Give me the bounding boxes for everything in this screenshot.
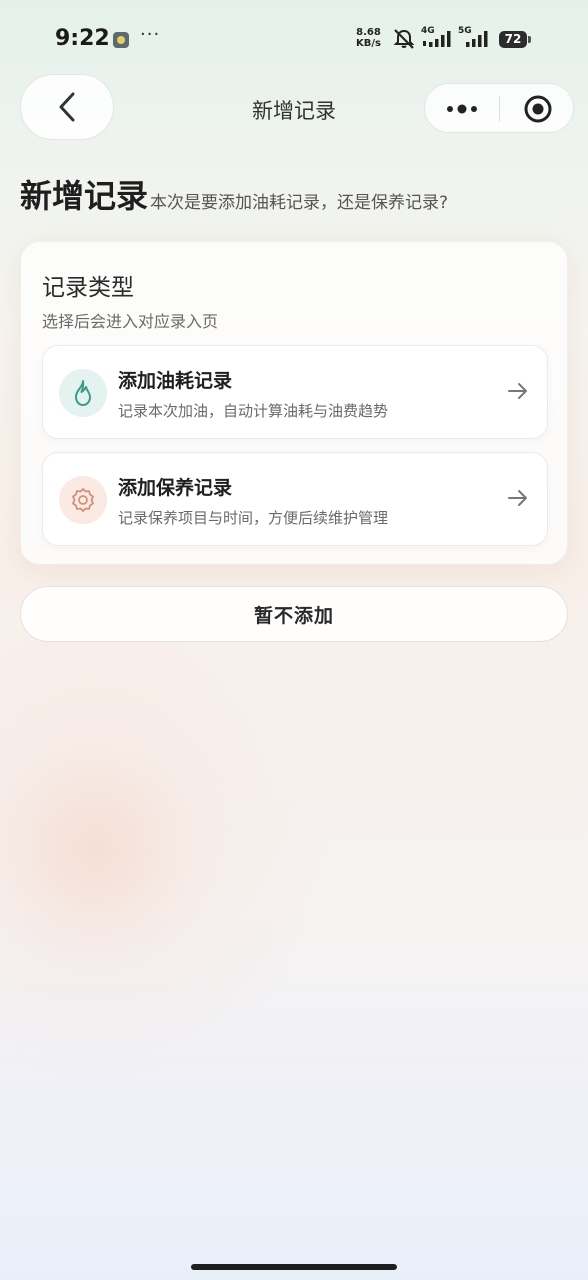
record-type-card: 记录类型 选择后会进入对应录入页 添加油耗记录 记录本次加油，自动计算油耗与油费… <box>20 241 568 565</box>
add-fuel-record-option[interactable]: 添加油耗记录 记录本次加油，自动计算油耗与油费趋势 <box>42 345 548 439</box>
signal-5g-icon: 5G <box>458 26 492 53</box>
card-subtitle: 选择后会进入对应录入页 <box>42 312 219 331</box>
signal-4g-icon: 4G <box>421 26 455 53</box>
network-speed-value: 8.68 <box>356 27 381 38</box>
option-description: 记录保养项目与时间，方便后续维护管理 <box>118 509 389 527</box>
page-subtitle: 本次是要添加油耗记录，还是保养记录? <box>150 193 449 213</box>
close-button[interactable] <box>500 84 575 134</box>
gear-icon <box>59 476 107 524</box>
signal-4g-label: 4G <box>421 26 435 36</box>
more-notifications-icon: ··· <box>140 24 161 45</box>
option-title: 添加保养记录 <box>118 477 233 499</box>
more-button[interactable] <box>425 84 499 134</box>
arrow-right-icon <box>508 383 527 399</box>
mini-program-capsule <box>424 83 574 133</box>
status-time: 9:22 <box>55 26 110 51</box>
battery-tip <box>528 36 531 43</box>
skip-add-button[interactable]: 暂不添加 <box>20 586 568 642</box>
option-description: 记录本次加油，自动计算油耗与油费趋势 <box>118 402 389 420</box>
network-speed-unit: KB/s <box>356 38 381 49</box>
status-bar: 9:22 ··· 8.68 KB/s 4G 5G 72 <box>0 0 588 80</box>
arrow-right-icon <box>508 490 527 506</box>
card-title: 记录类型 <box>42 275 134 301</box>
flame-icon <box>59 369 107 417</box>
add-maintenance-record-option[interactable]: 添加保养记录 记录保养项目与时间，方便后续维护管理 <box>42 452 548 546</box>
more-dots-icon <box>447 104 477 114</box>
home-indicator[interactable] <box>191 1264 397 1270</box>
mute-bell-icon <box>392 28 416 54</box>
page-title: 新增记录 <box>20 177 149 215</box>
target-circle-icon <box>524 95 551 123</box>
signal-5g-label: 5G <box>458 26 472 36</box>
option-title: 添加油耗记录 <box>118 370 233 392</box>
app-notification-icon <box>113 32 129 48</box>
battery-icon: 72 <box>499 31 527 48</box>
network-speed: 8.68 KB/s <box>356 27 381 49</box>
page-header: 新增记录 本次是要添加油耗记录，还是保养记录? <box>20 176 448 216</box>
